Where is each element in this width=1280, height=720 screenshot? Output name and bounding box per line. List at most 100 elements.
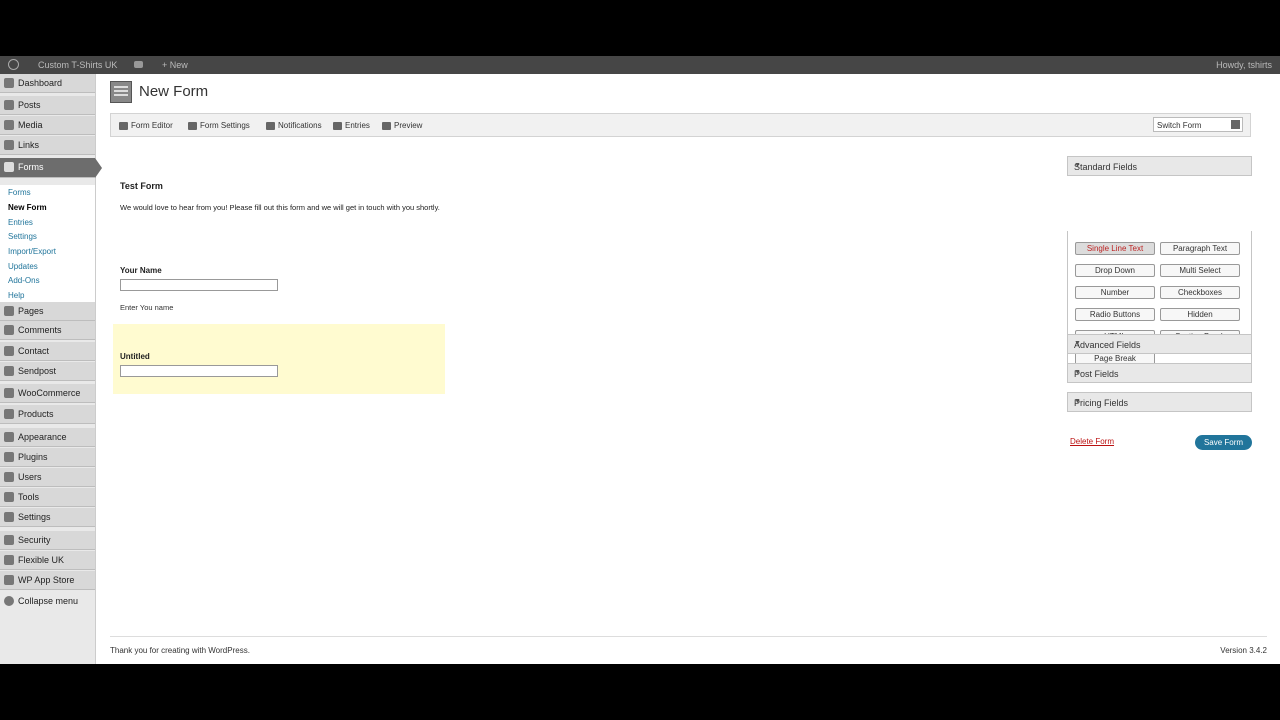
collapse-menu-button[interactable]: Collapse menu bbox=[0, 592, 95, 611]
add-drop-down-button[interactable]: Drop Down bbox=[1075, 264, 1155, 277]
expand-toggle-icon: ▼ bbox=[1074, 340, 1081, 347]
add-hidden-button[interactable]: Hidden bbox=[1160, 308, 1240, 321]
field-label-your-name: Your Name bbox=[120, 266, 162, 275]
sidebar-item-pages[interactable]: Pages bbox=[0, 302, 95, 321]
expand-toggle-icon: ▼ bbox=[1074, 369, 1081, 376]
submenu-forms[interactable]: Forms bbox=[8, 188, 31, 197]
sidebar-item-label: Sendpost bbox=[18, 366, 57, 376]
submenu-new-form[interactable]: New Form bbox=[8, 203, 47, 212]
sidebar-item-label: Flexible UK bbox=[18, 555, 65, 565]
app-store-icon bbox=[4, 575, 14, 585]
settings-icon bbox=[4, 512, 14, 522]
posts-icon bbox=[4, 100, 14, 110]
standard-fields-panel: Single Line Text Paragraph Text Drop Dow… bbox=[1067, 231, 1252, 381]
new-content-link[interactable]: + New bbox=[162, 60, 188, 70]
preview-icon bbox=[382, 121, 391, 130]
add-paragraph-text-button[interactable]: Paragraph Text bbox=[1160, 242, 1240, 255]
selected-field-highlight[interactable] bbox=[113, 324, 445, 394]
submenu-settings[interactable]: Settings bbox=[8, 232, 37, 241]
sidebar-item-contact[interactable]: Contact bbox=[0, 342, 95, 361]
advanced-fields-header[interactable]: Advanced Fields ▼ bbox=[1067, 334, 1252, 354]
sidebar-item-label: Forms bbox=[18, 162, 44, 172]
users-icon bbox=[4, 472, 14, 482]
add-multi-select-button[interactable]: Multi Select bbox=[1160, 264, 1240, 277]
footer-version: Version 3.4.2 bbox=[1220, 646, 1267, 655]
sidebar-item-label: Tools bbox=[18, 492, 40, 502]
shield-icon bbox=[4, 535, 14, 545]
sidebar-item-wp-app-store[interactable]: WP App Store bbox=[0, 571, 95, 590]
add-single-line-text-button[interactable]: Single Line Text bbox=[1075, 242, 1155, 255]
site-name-link[interactable]: Custom T-Shirts UK bbox=[38, 60, 117, 70]
sidebar-item-label: Comments bbox=[18, 325, 62, 335]
toolbar-preview[interactable]: Preview bbox=[382, 121, 422, 130]
toolbar-label: Entries bbox=[345, 121, 370, 130]
sidebar-item-products[interactable]: Products bbox=[0, 405, 95, 424]
sidebar-item-label: Collapse menu bbox=[18, 596, 79, 606]
form-toolbar: Form Editor Form Settings Notifications … bbox=[110, 113, 1251, 137]
form-editor-icon bbox=[119, 121, 128, 130]
add-radio-buttons-button[interactable]: Radio Buttons bbox=[1075, 308, 1155, 321]
comments-menu-icon bbox=[4, 325, 14, 335]
sidebar-item-label: Dashboard bbox=[18, 78, 63, 88]
appearance-icon bbox=[4, 432, 14, 442]
sidebar-item-label: Plugins bbox=[18, 452, 48, 462]
links-icon bbox=[4, 140, 14, 150]
sidebar-item-dashboard[interactable]: Dashboard bbox=[0, 74, 95, 93]
submenu-entries[interactable]: Entries bbox=[8, 218, 33, 227]
sidebar-item-plugins[interactable]: Plugins bbox=[0, 448, 95, 467]
switch-form-select[interactable]: Switch Form bbox=[1153, 117, 1243, 132]
flexible-icon bbox=[4, 555, 14, 565]
submenu-import-export[interactable]: Import/Export bbox=[8, 247, 56, 256]
comments-icon[interactable] bbox=[134, 61, 143, 68]
plugins-icon bbox=[4, 452, 14, 462]
account-greeting[interactable]: Howdy, tshirts bbox=[1216, 60, 1272, 70]
sidebar-item-forms[interactable]: Forms bbox=[0, 158, 102, 178]
post-fields-header[interactable]: Post Fields ▼ bbox=[1067, 363, 1252, 383]
toolbar-label: Notifications bbox=[278, 121, 322, 130]
pricing-fields-header[interactable]: Pricing Fields ▼ bbox=[1067, 392, 1252, 412]
sidebar-item-sendpost[interactable]: Sendpost bbox=[0, 362, 95, 381]
sidebar-item-posts[interactable]: Posts bbox=[0, 96, 95, 115]
toolbar-entries[interactable]: Entries bbox=[333, 121, 370, 130]
sidebar-item-settings[interactable]: Settings bbox=[0, 508, 95, 527]
sidebar-item-users[interactable]: Users bbox=[0, 468, 95, 487]
admin-sidebar: Dashboard Posts Media Links Forms Forms … bbox=[0, 74, 102, 664]
your-name-input[interactable] bbox=[120, 279, 278, 291]
submenu-add-ons[interactable]: Add-Ons bbox=[8, 276, 40, 285]
add-checkboxes-button[interactable]: Checkboxes bbox=[1160, 286, 1240, 299]
pages-icon bbox=[4, 306, 14, 316]
collapse-toggle-icon: ▼ bbox=[1074, 162, 1081, 169]
sidebar-item-comments[interactable]: Comments bbox=[0, 321, 95, 340]
switch-form-label: Switch Form bbox=[1157, 121, 1202, 130]
sidebar-item-security[interactable]: Security bbox=[0, 531, 95, 550]
footer-thanks: Thank you for creating with WordPress. bbox=[110, 646, 250, 655]
sidebar-item-woocommerce[interactable]: WooCommerce bbox=[0, 384, 95, 403]
sidebar-item-appearance[interactable]: Appearance bbox=[0, 428, 95, 447]
submenu-help[interactable]: Help bbox=[8, 291, 24, 300]
sidebar-item-tools[interactable]: Tools bbox=[0, 488, 95, 507]
submenu-updates[interactable]: Updates bbox=[8, 262, 38, 271]
tools-icon bbox=[4, 492, 14, 502]
untitled-input[interactable] bbox=[120, 365, 278, 377]
sidebar-item-label: Appearance bbox=[18, 432, 67, 442]
forms-submenu: Forms New Form Entries Settings Import/E… bbox=[0, 185, 95, 303]
wordpress-logo-icon[interactable] bbox=[8, 59, 19, 70]
sendpost-icon bbox=[4, 366, 14, 376]
delete-form-link[interactable]: Delete Form bbox=[1070, 437, 1114, 446]
sidebar-item-links[interactable]: Links bbox=[0, 136, 95, 155]
collapse-icon bbox=[4, 596, 14, 606]
field-description: Enter You name bbox=[120, 303, 174, 312]
sidebar-item-media[interactable]: Media bbox=[0, 116, 95, 135]
notifications-icon bbox=[266, 121, 275, 130]
sidebar-item-flexible-uk[interactable]: Flexible UK bbox=[0, 551, 95, 570]
toolbar-form-editor[interactable]: Form Editor bbox=[119, 121, 173, 130]
toolbar-form-settings[interactable]: Form Settings bbox=[188, 121, 250, 130]
form-title[interactable]: Test Form bbox=[120, 181, 163, 191]
toolbar-notifications[interactable]: Notifications bbox=[266, 121, 322, 130]
admin-bar: Custom T-Shirts UK + New Howdy, tshirts bbox=[0, 56, 1280, 74]
save-form-button[interactable]: Save Form bbox=[1195, 435, 1252, 450]
add-number-button[interactable]: Number bbox=[1075, 286, 1155, 299]
standard-fields-header[interactable]: Standard Fields ▼ bbox=[1067, 156, 1252, 176]
contact-icon bbox=[4, 346, 14, 356]
sidebar-item-label: Settings bbox=[18, 512, 51, 522]
